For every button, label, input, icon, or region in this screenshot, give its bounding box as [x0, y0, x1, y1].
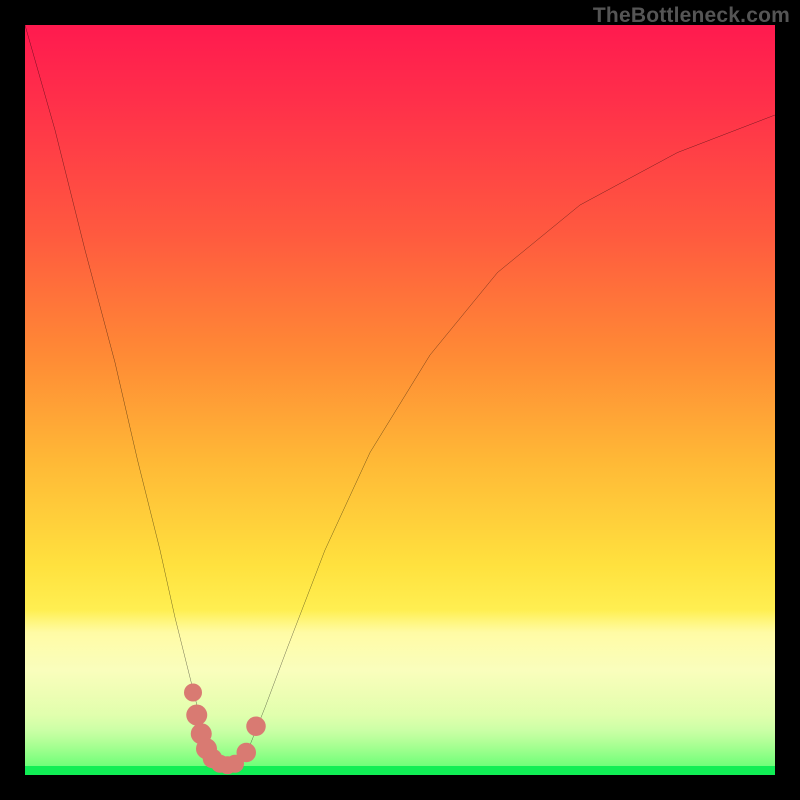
bottleneck-curve: [25, 25, 775, 768]
curve-marker: [246, 717, 266, 736]
curve-markers: [184, 684, 266, 775]
curve-marker: [186, 705, 207, 726]
curve-marker: [237, 743, 257, 762]
plot-area: [25, 25, 775, 775]
chart-frame: TheBottleneck.com: [0, 0, 800, 800]
curve-svg: [25, 25, 775, 775]
curve-marker: [184, 684, 202, 702]
